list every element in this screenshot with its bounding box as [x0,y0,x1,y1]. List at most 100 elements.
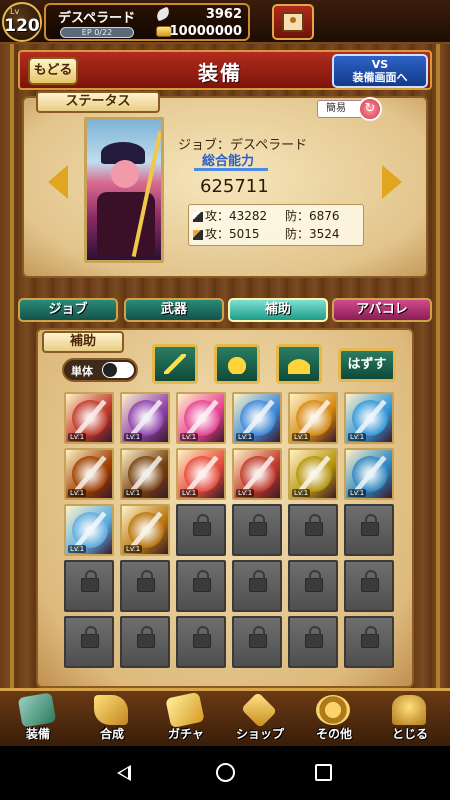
equipment-item-icon [240,456,276,492]
lock-icon [81,570,99,592]
lock-icon [137,570,155,592]
lock-icon [305,514,323,536]
filter-weapon-button[interactable] [152,344,198,384]
item-level-label: Lv.1 [236,489,255,497]
system-nav-bar [0,746,450,800]
physical-stats-row: 攻：43282 防：6876 [193,207,363,225]
system-home-icon[interactable] [216,763,235,782]
total-power-value: 625711 [200,176,269,197]
system-recents-icon[interactable] [315,764,332,781]
equipment-item-icon [296,400,332,436]
item-level-label: Lv.1 [348,433,367,441]
equipment-item-icon [72,512,108,548]
lock-icon [137,626,155,648]
menu-book-button[interactable] [272,4,314,40]
nav-equip-label: 装備 [25,727,50,741]
equipment-item-icon [296,456,332,492]
refresh-icon[interactable]: ↻ [358,97,382,121]
locked-slot [120,616,170,668]
nav-other[interactable]: その他 [298,693,370,747]
nav-combine[interactable]: 合成 [76,693,148,747]
gear-icon [316,695,350,725]
lock-icon [361,626,379,648]
locked-slot [232,504,282,556]
equipment-item-icon [352,456,388,492]
lock-icon [361,570,379,592]
remove-button[interactable]: はずす [338,348,396,382]
tab-support[interactable]: 補助 [228,298,328,322]
lock-icon [193,514,211,536]
nav-shop[interactable]: ショップ [224,691,296,747]
toggle-knob [102,362,134,378]
equipment-item-icon [128,456,164,492]
equipment-item-slot[interactable]: Lv.1 [64,392,114,444]
equipment-item-icon [184,400,220,436]
item-level-label: Lv.1 [124,545,143,553]
tab-weapon[interactable]: 武器 [124,298,224,322]
armor-icon [226,354,248,374]
single-label: 単体 [71,365,93,378]
item-grid: Lv.1 Lv.1 Lv.1 Lv.1 Lv.1 Lv.1 Lv.1 Lv.1 Lv.1 Lv.1… [64,392,400,670]
equipment-item-icon [240,400,276,436]
lock-icon [249,626,267,648]
nav-combine-label: 合成 [99,727,124,741]
lock-icon [305,570,323,592]
single-toggle[interactable]: 単体 [62,358,138,382]
ep-bar: EP 0/22 [60,27,134,38]
equipment-item-icon [184,456,220,492]
equipment-item-slot[interactable]: Lv.1 [176,448,226,500]
shop-icon [240,691,278,729]
physical-attack: 攻：43282 [205,209,268,223]
lock-icon [305,626,323,648]
equipment-item-slot[interactable]: Lv.1 [120,504,170,556]
equipment-item-icon [128,400,164,436]
item-level-label: Lv.1 [68,433,87,441]
next-arrow-icon[interactable] [382,165,402,199]
equipment-item-slot[interactable]: Lv.1 [64,504,114,556]
level-value: 120 [4,16,40,36]
equip-icon [17,692,57,728]
back-button[interactable]: もどる [28,57,78,85]
equipment-item-slot[interactable]: Lv.1 [120,448,170,500]
nav-equip[interactable]: 装備 [2,692,74,747]
locked-slot [232,560,282,612]
nav-close[interactable]: とじる [374,693,446,747]
filter-armor-button[interactable] [214,344,260,384]
close-icon [392,695,426,725]
equipment-item-slot[interactable]: Lv.1 [232,392,282,444]
equipment-item-slot[interactable]: Lv.1 [120,392,170,444]
item-level-label: Lv.1 [124,489,143,497]
vs-equip-button[interactable]: VS 装備画面へ [332,54,428,88]
locked-slot [344,616,394,668]
tab-avacolle[interactable]: アバコレ [332,298,432,322]
nav-close-label: とじる [391,727,428,741]
equipment-item-slot[interactable]: Lv.1 [288,448,338,500]
equipment-item-slot[interactable]: Lv.1 [288,392,338,444]
equipment-item-slot[interactable]: Lv.1 [64,448,114,500]
equipment-item-slot[interactable]: Lv.1 [344,448,394,500]
tab-job[interactable]: ジョブ [18,298,118,322]
character-portrait[interactable] [84,117,164,263]
sword-icon [164,354,186,374]
prev-arrow-icon[interactable] [48,165,68,199]
system-back-icon[interactable] [117,765,131,781]
nav-gacha[interactable]: ガチャ [150,691,222,747]
lock-icon [249,514,267,536]
portrait-head [111,160,139,188]
vs-sub-label: 装備画面へ [352,71,408,84]
locked-slot [176,504,226,556]
staff-icon [193,229,203,240]
equipment-item-slot[interactable]: Lv.1 [344,392,394,444]
ep-text: EP 0/22 [81,28,113,37]
lock-icon [249,570,267,592]
vs-label: VS [371,58,389,71]
gacha-icon [165,691,205,729]
job-text: ジョブ：デスペラード [178,138,308,153]
bottom-nav: 装備 合成 ガチャ ショップ その他 とじる [0,688,450,746]
lock-icon [193,570,211,592]
equipment-item-slot[interactable]: Lv.1 [176,392,226,444]
player-panel: デスペラード EP 0/22 3962 10000000 [44,3,250,41]
filter-helmet-button[interactable] [276,344,322,384]
equipment-item-slot[interactable]: Lv.1 [232,448,282,500]
nav-gacha-label: ガチャ [168,727,204,741]
